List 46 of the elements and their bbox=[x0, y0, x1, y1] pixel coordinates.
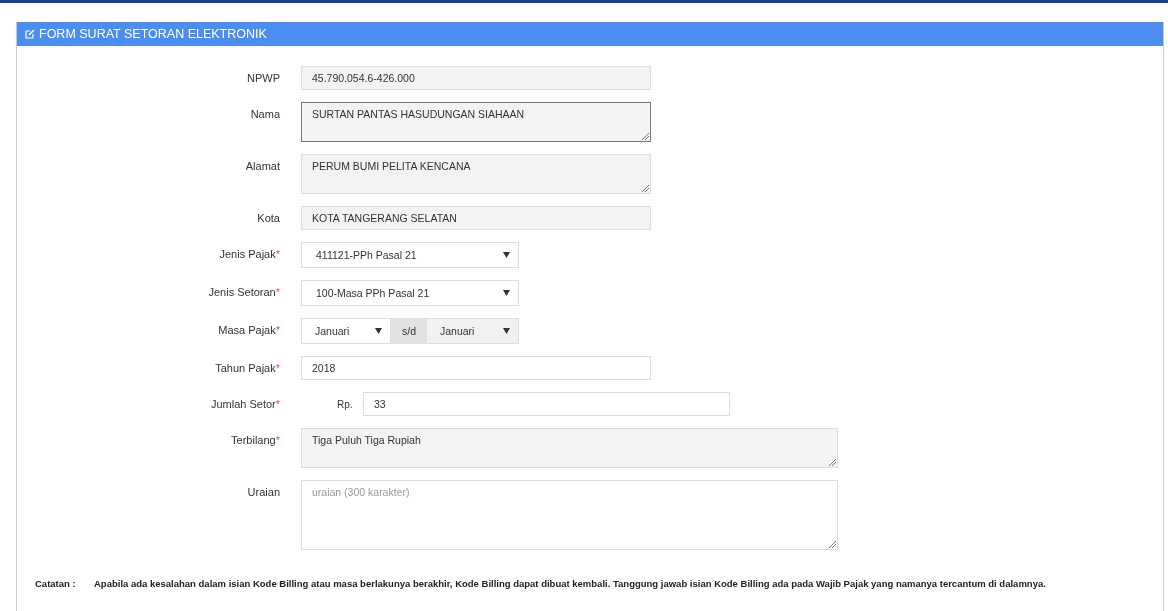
currency-prefix: Rp. bbox=[336, 398, 354, 410]
required-mark: * bbox=[275, 286, 280, 298]
required-mark: * bbox=[275, 324, 280, 336]
panel-title: FORM SURAT SETORAN ELEKTRONIK bbox=[39, 27, 267, 41]
resize-grip-icon[interactable] bbox=[828, 540, 836, 548]
field-label: NPWP bbox=[247, 72, 280, 84]
text-area[interactable]: Tiga Puluh Tiga Rupiah bbox=[301, 428, 838, 468]
field-label: Alamat bbox=[245, 160, 280, 172]
dropdown[interactable]: 411121-PPh Pasal 21 bbox=[301, 242, 519, 268]
dropdown[interactable]: Januari bbox=[427, 318, 519, 344]
text-area[interactable]: PERUM BUMI PELITA KENCANA bbox=[301, 154, 651, 194]
caret-icon bbox=[503, 328, 510, 334]
resize-grip-icon[interactable] bbox=[641, 132, 649, 140]
field-label: Jenis Setoran bbox=[208, 286, 276, 298]
caret-icon bbox=[503, 252, 510, 258]
field-label: Masa Pajak bbox=[218, 324, 276, 336]
text-area[interactable]: SURTAN PANTAS HASUDUNGAN SIAHAAN bbox=[301, 102, 651, 142]
caret-icon bbox=[503, 290, 510, 296]
edit-icon bbox=[25, 29, 35, 39]
field-label: Jenis Pajak bbox=[219, 248, 276, 260]
field-label: Uraian bbox=[247, 486, 280, 498]
dropdown[interactable]: Januari bbox=[301, 318, 391, 344]
field-label: Kota bbox=[257, 212, 280, 224]
resize-grip-icon[interactable] bbox=[641, 184, 649, 192]
field-label: Nama bbox=[250, 108, 280, 120]
note-label: Catatan : bbox=[34, 578, 77, 589]
field-value: PERUM BUMI PELITA KENCANA bbox=[312, 160, 471, 172]
dropdown[interactable]: 100-Masa PPh Pasal 21 bbox=[301, 280, 519, 306]
field-label: Terbilang bbox=[231, 434, 276, 446]
field-label: Jumlah Setor bbox=[210, 398, 276, 410]
required-mark: * bbox=[275, 248, 280, 260]
range-separator: s/d bbox=[391, 318, 427, 344]
field-label: Tahun Pajak bbox=[215, 362, 276, 374]
field-value: SURTAN PANTAS HASUDUNGAN SIAHAAN bbox=[312, 108, 525, 120]
required-mark: * bbox=[275, 362, 280, 374]
caret-icon bbox=[375, 328, 382, 334]
input-field[interactable]: KOTA TANGERANG SELATAN bbox=[301, 206, 651, 230]
placeholder: uraian (300 karakter) bbox=[312, 486, 410, 498]
field-value: Tiga Puluh Tiga Rupiah bbox=[312, 434, 421, 446]
input-field[interactable]: 2018 bbox=[301, 356, 651, 380]
resize-grip-icon[interactable] bbox=[828, 458, 836, 466]
input-field[interactable]: 45.790.054.6-426.000 bbox=[301, 66, 651, 90]
required-mark: * bbox=[275, 398, 280, 410]
note-text: Apabila ada kesalahan dalam isian Kode Billing atau masa berlakunya berakhir, Kode Billing dapat dibuat kembali. Tanggung jawab isian Kode Billing ada pada Wajib Pajak yang namanya tercantum di dalamnya. bbox=[94, 578, 1046, 589]
required-mark: * bbox=[275, 434, 280, 446]
input-field[interactable]: 33 bbox=[363, 392, 730, 416]
